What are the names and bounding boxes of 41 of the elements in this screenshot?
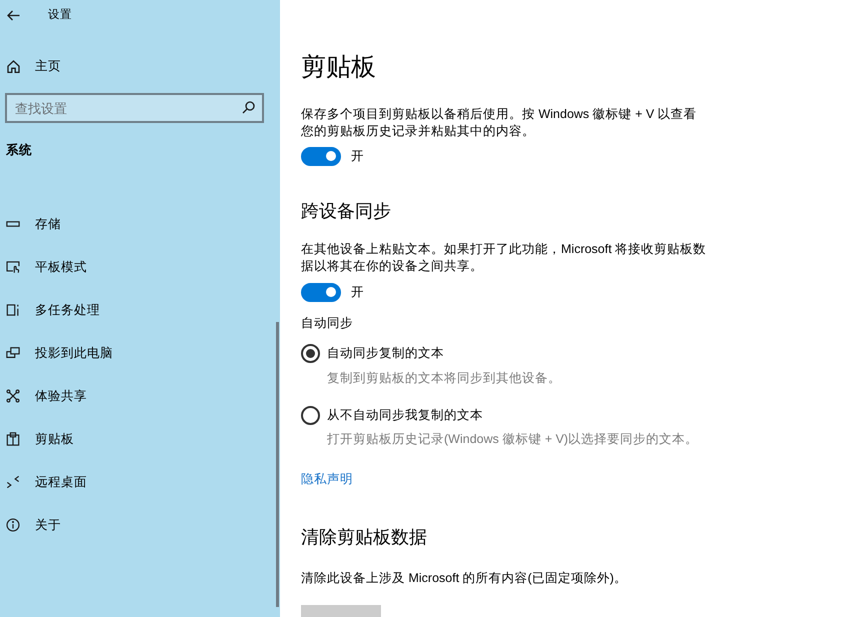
section-heading: 系统 (6, 142, 33, 159)
toggle-state-label: 开 (351, 148, 364, 165)
home-icon[interactable] (7, 60, 20, 72)
description-text: 在其他设备上粘贴文本。如果打开了此功能，Microsoft 将接收剪贴板数据以将其在你的设备之间共享。 (301, 241, 707, 274)
home-link[interactable]: 主页 (35, 57, 61, 75)
radio-label[interactable]: 自动同步复制的文本 (327, 344, 444, 362)
radio-button[interactable] (301, 406, 320, 424)
sidebar-item[interactable]: 远程桌面 (35, 472, 87, 490)
description-text: 清除此设备上涉及 Microsoft 的所有内容(已固定项除外)。 (301, 570, 628, 587)
window-title: 设置 (48, 8, 72, 23)
section-heading: 跨设备同步 (301, 200, 392, 223)
option-description: 打开剪贴板历史记录(Windows 徽标键 + V)以选择要同步的文本。 (327, 431, 700, 448)
radio-label[interactable]: 从不自动同步我复制的文本 (327, 406, 483, 424)
toggle-switch[interactable] (301, 282, 341, 302)
sidebar-item[interactable]: 平板模式 (35, 258, 87, 276)
scrollbar-thumb[interactable] (276, 322, 279, 607)
sidebar-item[interactable]: 关于 (35, 516, 61, 534)
group-label: 自动同步 (301, 315, 354, 332)
multitasking-icon[interactable] (6, 302, 20, 316)
toggle-state-label: 开 (351, 284, 364, 301)
search-icon[interactable] (242, 101, 255, 114)
tablet-touch-icon[interactable] (6, 260, 20, 274)
description-text: 保存多个项目到剪贴板以备稍后使用。按 Windows 徽标键 + V 以查看您的剪贴板历史记录并粘贴其中的内容。 (301, 106, 698, 139)
info-icon[interactable] (6, 518, 20, 532)
back-icon[interactable] (7, 10, 20, 20)
radio-button[interactable] (301, 344, 320, 362)
page-title: 剪贴板 (301, 52, 377, 83)
sidebar-item[interactable]: 存储 (35, 214, 61, 232)
connected-nodes-icon[interactable] (6, 388, 20, 402)
option-description: 复制到剪贴板的文本将同步到其他设备。 (327, 370, 562, 387)
privacy-link[interactable]: 隐私声明 (301, 470, 353, 488)
overlapping-screens-icon[interactable] (6, 346, 20, 360)
search-field[interactable]: 查找设置 (5, 93, 264, 123)
sidebar-item[interactable]: 投影到此电脑 (35, 344, 113, 362)
sidebar-item[interactable]: 体验共享 (35, 386, 87, 404)
sidebar-item[interactable]: 剪贴板 (35, 430, 74, 448)
section-heading: 清除剪贴板数据 (301, 526, 428, 549)
chevrons-icon[interactable] (6, 474, 20, 488)
sidebar-item[interactable]: 多任务处理 (35, 300, 100, 318)
toggle-switch[interactable] (301, 146, 341, 166)
clipboard-icon[interactable] (6, 432, 20, 446)
